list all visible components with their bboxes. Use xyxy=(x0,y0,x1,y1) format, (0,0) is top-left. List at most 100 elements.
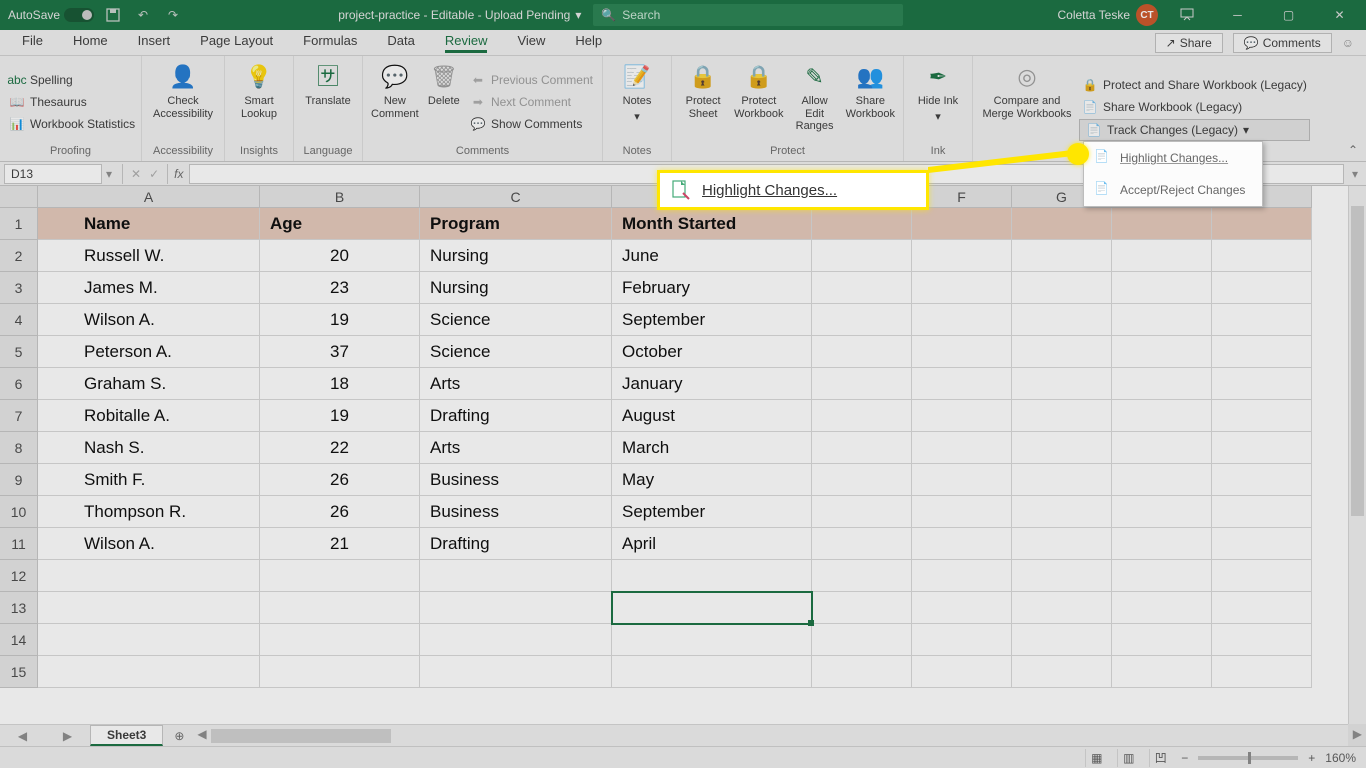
workbook-stats-button[interactable]: 📊Workbook Statistics xyxy=(6,114,138,134)
row-header[interactable]: 8 xyxy=(0,432,38,464)
show-comments-button[interactable]: 💬Show Comments xyxy=(467,114,596,134)
cell[interactable] xyxy=(1112,528,1212,560)
prev-sheet-icon[interactable]: ◀ xyxy=(18,729,27,743)
cell[interactable] xyxy=(1112,304,1212,336)
save-icon[interactable] xyxy=(102,4,124,26)
cell[interactable] xyxy=(420,560,612,592)
col-header[interactable]: C xyxy=(420,186,612,208)
cell[interactable] xyxy=(1112,496,1212,528)
cell[interactable] xyxy=(1012,496,1112,528)
page-layout-view-icon[interactable]: ▥ xyxy=(1117,749,1139,767)
smiley-icon[interactable]: ☺ xyxy=(1342,36,1354,50)
cell[interactable] xyxy=(1012,208,1112,240)
cell[interactable]: March xyxy=(612,432,812,464)
cell[interactable] xyxy=(812,304,912,336)
cell[interactable] xyxy=(1212,432,1312,464)
cell[interactable] xyxy=(1012,656,1112,688)
cell[interactable] xyxy=(912,336,1012,368)
cell[interactable] xyxy=(812,624,912,656)
cell[interactable] xyxy=(812,592,912,624)
row-header[interactable]: 7 xyxy=(0,400,38,432)
cell[interactable]: 20 xyxy=(260,240,420,272)
cell[interactable]: October xyxy=(612,336,812,368)
cell[interactable]: Thompson R. xyxy=(38,496,260,528)
cell[interactable] xyxy=(912,240,1012,272)
cell[interactable] xyxy=(1212,656,1312,688)
cell[interactable] xyxy=(1212,400,1312,432)
cell[interactable] xyxy=(912,560,1012,592)
cell[interactable]: Program xyxy=(420,208,612,240)
horizontal-scrollbar[interactable]: ◀▶ xyxy=(211,729,1348,743)
cell[interactable] xyxy=(1012,560,1112,592)
cell[interactable]: February xyxy=(612,272,812,304)
cell[interactable] xyxy=(1212,496,1312,528)
cell[interactable] xyxy=(1012,432,1112,464)
tab-insert[interactable]: Insert xyxy=(124,29,185,57)
cell[interactable] xyxy=(260,656,420,688)
cell[interactable]: Business xyxy=(420,496,612,528)
protect-share-legacy-button[interactable]: 🔒Protect and Share Workbook (Legacy) xyxy=(1079,75,1310,95)
cell[interactable]: Wilson A. xyxy=(38,304,260,336)
cell[interactable]: Nursing xyxy=(420,272,612,304)
translate-button[interactable]: 🈂Translate xyxy=(300,60,356,143)
spreadsheet-grid[interactable]: ABCDEFGHI 1NameAgeProgramMonth Started2R… xyxy=(0,186,1348,724)
cell[interactable]: 19 xyxy=(260,304,420,336)
cell[interactable]: Nursing xyxy=(420,240,612,272)
cell[interactable]: Russell W. xyxy=(38,240,260,272)
cell[interactable] xyxy=(912,304,1012,336)
cell[interactable]: Peterson A. xyxy=(38,336,260,368)
scroll-left-icon[interactable]: ◀ xyxy=(197,727,206,741)
tab-help[interactable]: Help xyxy=(561,29,616,57)
cell[interactable] xyxy=(1112,208,1212,240)
row-header[interactable]: 11 xyxy=(0,528,38,560)
tab-review[interactable]: Review xyxy=(431,29,502,57)
scroll-right-icon[interactable]: ▶ xyxy=(1353,727,1362,741)
tab-page-layout[interactable]: Page Layout xyxy=(186,29,287,57)
cell[interactable]: James M. xyxy=(38,272,260,304)
cell[interactable]: Graham S. xyxy=(38,368,260,400)
cell[interactable] xyxy=(260,592,420,624)
tab-formulas[interactable]: Formulas xyxy=(289,29,371,57)
undo-icon[interactable]: ↶ xyxy=(132,4,154,26)
cell[interactable]: Business xyxy=(420,464,612,496)
cell[interactable] xyxy=(1212,464,1312,496)
cell[interactable] xyxy=(812,464,912,496)
fx-icon[interactable]: fx xyxy=(168,167,189,181)
cell[interactable] xyxy=(1012,464,1112,496)
document-title[interactable]: project-practice - Editable - Upload Pen… xyxy=(338,8,581,22)
cell[interactable]: 26 xyxy=(260,496,420,528)
cell[interactable] xyxy=(1112,624,1212,656)
protect-sheet-button[interactable]: 🔒Protect Sheet xyxy=(678,60,728,143)
cell[interactable] xyxy=(812,528,912,560)
row-header[interactable]: 13 xyxy=(0,592,38,624)
cell[interactable] xyxy=(260,624,420,656)
search-input[interactable]: 🔍 Search xyxy=(593,4,903,26)
cell[interactable] xyxy=(912,368,1012,400)
cell[interactable] xyxy=(1012,368,1112,400)
cell[interactable]: Science xyxy=(420,304,612,336)
cell[interactable] xyxy=(1212,336,1312,368)
cell[interactable] xyxy=(812,368,912,400)
cell[interactable] xyxy=(912,272,1012,304)
cell[interactable] xyxy=(420,624,612,656)
row-header[interactable]: 9 xyxy=(0,464,38,496)
cancel-fx-icon[interactable]: ✕ xyxy=(131,167,141,181)
cell[interactable] xyxy=(1112,656,1212,688)
cell[interactable] xyxy=(1212,560,1312,592)
share-workbook-legacy-button[interactable]: 📄Share Workbook (Legacy) xyxy=(1079,97,1310,117)
hide-ink-button[interactable]: ✒Hide Ink▾ xyxy=(910,60,966,143)
thesaurus-button[interactable]: 📖Thesaurus xyxy=(6,92,138,112)
cell[interactable] xyxy=(420,592,612,624)
close-icon[interactable]: ✕ xyxy=(1317,0,1362,30)
cell[interactable] xyxy=(612,592,812,624)
row-header[interactable]: 5 xyxy=(0,336,38,368)
cell[interactable]: 26 xyxy=(260,464,420,496)
zoom-level[interactable]: 160% xyxy=(1325,751,1356,765)
cell[interactable] xyxy=(1112,400,1212,432)
avatar[interactable]: CT xyxy=(1136,4,1158,26)
row-header[interactable]: 1 xyxy=(0,208,38,240)
scroll-thumb[interactable] xyxy=(211,729,391,743)
cell[interactable] xyxy=(1112,464,1212,496)
cell[interactable]: August xyxy=(612,400,812,432)
cell[interactable] xyxy=(38,592,260,624)
